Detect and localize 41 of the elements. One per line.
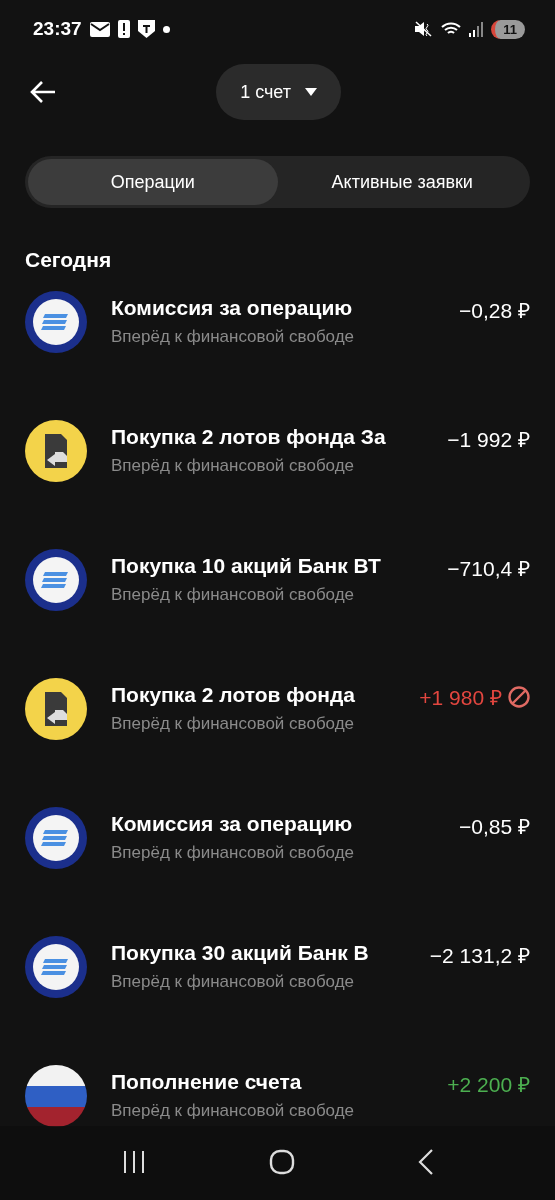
caret-icon (305, 88, 317, 96)
operation-subtitle: Вперёд к финансовой свободе (111, 456, 356, 476)
operation-title: Комиссия за операцию (111, 296, 354, 320)
operation-subtitle: Вперёд к финансовой свободе (111, 327, 356, 347)
stripes-logo-icon (25, 936, 87, 998)
tab[interactable]: Операции (28, 159, 278, 205)
stripes-logo-icon (25, 807, 87, 869)
operation-subtitle: Вперёд к финансовой свободе (111, 585, 356, 605)
operation-title: Покупка 2 лотов фонда За (111, 425, 387, 449)
operation-subtitle: Вперёд к финансовой свободе (111, 1101, 356, 1121)
dot-icon (162, 25, 170, 33)
document-icon (25, 678, 87, 740)
operation-title: Покупка 2 лотов фонда (111, 683, 356, 707)
status-time: 23:37 (33, 18, 82, 40)
shield-icon (137, 20, 155, 38)
mail-icon (89, 21, 110, 37)
operation-amount: −2 131,2 ₽ (429, 943, 530, 969)
operation-title: Покупка 30 акций Банк В (111, 941, 370, 965)
account-dropdown[interactable]: 1 счет (216, 64, 341, 120)
operation-subtitle: Вперёд к финансовой свободе (111, 972, 356, 992)
stripes-logo-icon (25, 291, 87, 353)
flag-icon (25, 1065, 87, 1127)
operation-subtitle: Вперёд к финансовой свободе (111, 714, 356, 734)
document-icon (25, 420, 87, 482)
operation-amount: −0,85 ₽ (459, 814, 530, 840)
operation-amount: −710,4 ₽ (447, 556, 530, 582)
signal-icon (469, 21, 484, 37)
operation-title: Пополнение счета (111, 1070, 303, 1094)
operation-amount: +1 980 ₽ (419, 685, 502, 711)
operation-subtitle: Вперёд к финансовой свободе (111, 843, 356, 863)
operation-title: Комиссия за операцию (111, 812, 354, 836)
operation-title: Покупка 10 акций Банк ВТ (111, 554, 382, 578)
stripes-logo-icon (25, 549, 87, 611)
operation-amount: −1 992 ₽ (447, 427, 530, 453)
tab[interactable]: Активные заявки (277, 159, 527, 205)
operation-amount: −0,28 ₽ (459, 298, 530, 324)
operation-amount: +2 200 ₽ (447, 1072, 530, 1098)
alert-icon (117, 20, 130, 38)
section-heading: Сегодня (25, 248, 113, 272)
battery-indicator: 11 (491, 19, 525, 39)
mute-icon (415, 21, 434, 37)
